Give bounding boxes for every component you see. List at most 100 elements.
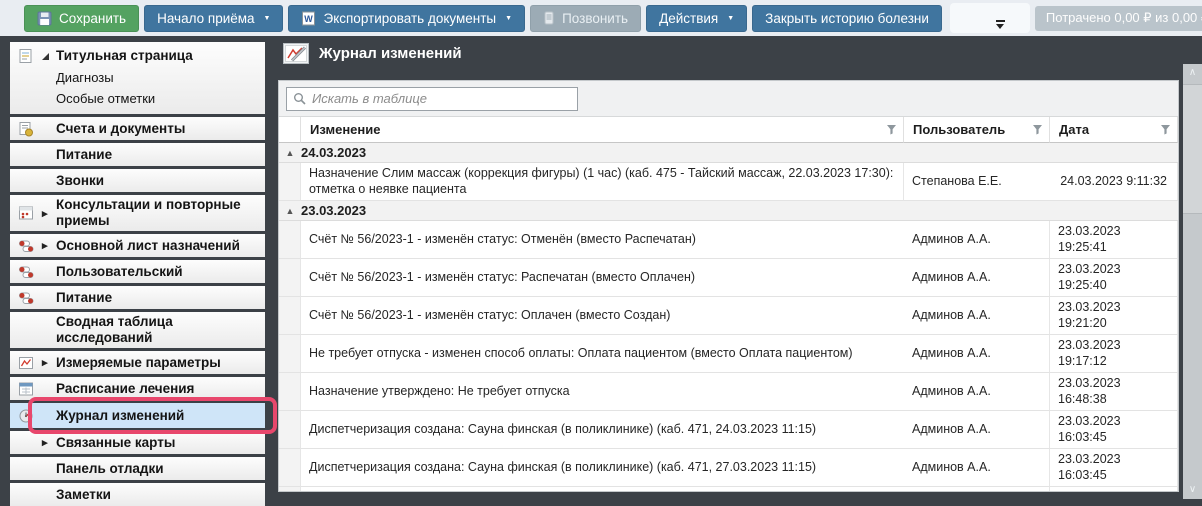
start-appointment-label: Начало приёма (157, 11, 254, 26)
group-row[interactable]: ▲23.03.2023 (279, 201, 1178, 221)
date-cell[interactable]: 23.03.2023 19:25:41 (1050, 221, 1178, 259)
sidebar-item-invoices-documents[interactable]: Счета и документы (10, 117, 265, 140)
user-cell[interactable]: Админов А.А. (904, 449, 1050, 487)
change-cell[interactable]: Счёт № 56/2023-1 - изменён статус: Распе… (301, 259, 904, 297)
date-cell[interactable]: 23.03.2023 19:21:20 (1050, 297, 1178, 335)
chart-icon (18, 355, 42, 371)
change-cell[interactable]: Назначение утверждено: Не требует отпуск… (301, 373, 904, 411)
pills-icon (18, 290, 42, 306)
filter-icon[interactable] (1032, 124, 1043, 135)
sidebar-item-consultations-repeat-visits[interactable]: ▸Консультации и повторные приемы (10, 195, 265, 231)
column-header-change[interactable]: Изменение (301, 117, 904, 143)
date-cell[interactable]: 23.03.2023 19:17:12 (1050, 335, 1178, 373)
pills-icon (18, 264, 42, 280)
sidebar-item-main-prescription-list[interactable]: ▸Основной лист назначений (10, 234, 265, 257)
save-button[interactable]: Сохранить (24, 5, 139, 32)
scroll-down-icon[interactable]: ∨ (1183, 481, 1202, 499)
vertical-scrollbar[interactable]: ∧ ∨ (1183, 64, 1202, 499)
app: { "toolbar": { "save": "Сохранить", "sta… (0, 0, 1202, 499)
collapse-triangle-icon[interactable]: ▲ (279, 148, 301, 158)
change-cell[interactable]: Не требует отпуска - изменен способ опла… (301, 335, 904, 373)
chevron-down-icon: ▼ (505, 15, 512, 22)
close-history-label: Закрыть историю болезни (765, 11, 929, 26)
export-documents-button[interactable]: W Экспортировать документы ▼ (288, 5, 525, 32)
sidebar-item-treatment-schedule[interactable]: Расписание лечения (10, 377, 265, 400)
collapse-triangle-icon[interactable]: ▲ (279, 206, 301, 216)
sidebar-item-notes[interactable]: Заметки (10, 483, 265, 506)
user-cell[interactable]: Степанова Е.Е. (904, 163, 1050, 201)
column-header-date[interactable]: Дата (1050, 117, 1178, 143)
scroll-up-icon[interactable]: ∧ (1183, 64, 1202, 82)
collapsed-triangle-icon[interactable]: ▸ (42, 436, 56, 449)
search-input[interactable] (312, 91, 571, 106)
sidebar-item-custom-list[interactable]: Пользовательский (10, 260, 265, 283)
document-icon (18, 48, 42, 64)
change-cell[interactable]: Счёт № 56/2023-1 - изменён статус: Оплач… (301, 297, 904, 335)
filter-icon[interactable] (886, 124, 897, 135)
sidebar-item-calls[interactable]: Звонки (10, 169, 265, 192)
call-button: Позвонить (530, 5, 641, 32)
collapsed-triangle-icon[interactable]: ▸ (42, 207, 56, 220)
sidebar-item-studies-summary-table[interactable]: Сводная таблица исследований (10, 312, 265, 348)
group-date: 23.03.2023 (301, 203, 366, 218)
sidebar-item-title-page[interactable]: Титульная страница (18, 45, 261, 67)
sidebar-item-diagnoses[interactable]: Диагнозы (18, 67, 261, 88)
actions-label: Действия (659, 11, 718, 26)
user-cell[interactable]: Админов А.А. (904, 221, 1050, 259)
toolbar: Сохранить Начало приёма ▼ W Экспортирова… (0, 0, 1202, 36)
user-cell[interactable]: Админов А.А. (904, 411, 1050, 449)
change-log-panel: Изменение Пользователь Дата ▲24.03.2023Н… (278, 80, 1179, 492)
date-cell[interactable]: 23.03.2023 16:03:45 (1050, 411, 1178, 449)
page-title-bar: Журнал изменений (283, 43, 462, 64)
scrollbar-thumb[interactable] (1183, 84, 1202, 214)
date-cell[interactable]: 23.03.2023 16:03:45 (1050, 487, 1178, 492)
group-date: 24.03.2023 (301, 145, 366, 160)
date-cell[interactable]: 23.03.2023 16:03:45 (1050, 449, 1178, 487)
change-cell[interactable]: Диспетчеризация создана: Сауна финская (… (301, 449, 904, 487)
sidebar-item-nutrition[interactable]: Питание (10, 143, 265, 166)
collapsed-triangle-icon[interactable]: ▸ (42, 356, 56, 369)
user-cell[interactable]: Админов А.А. (904, 373, 1050, 411)
pills-icon (18, 238, 42, 254)
date-cell[interactable]: 23.03.2023 16:48:38 (1050, 373, 1178, 411)
row-gutter (279, 163, 301, 201)
sidebar-group-title-page: Титульная страницаДиагнозыОсобые отметки (10, 42, 265, 114)
row-gutter (279, 411, 301, 449)
save-icon (37, 11, 52, 26)
close-history-button[interactable]: Закрыть историю болезни (752, 5, 942, 32)
column-header-user[interactable]: Пользователь (904, 117, 1050, 143)
sidebar-item-linked-cards[interactable]: ▸Связанные карты (10, 431, 265, 454)
calendar-red-icon (18, 205, 42, 221)
user-cell[interactable]: Админов А.А. (904, 335, 1050, 373)
collapsed-triangle-icon[interactable]: ▸ (42, 239, 56, 252)
spent-amount-badge: Потрачено 0,00 ₽ из 0,00 ₽ (1035, 6, 1202, 31)
export-documents-label: Экспортировать документы (323, 11, 496, 26)
sidebar-item-debug-panel[interactable]: Панель отладки (10, 457, 265, 480)
date-cell[interactable]: 23.03.2023 19:25:40 (1050, 259, 1178, 297)
toolbar-overflow-icon[interactable] (996, 20, 1005, 29)
sidebar-item-special-marks[interactable]: Особые отметки (18, 88, 261, 109)
clock-icon (18, 408, 42, 424)
chevron-down-icon: ▼ (727, 15, 734, 22)
user-cell[interactable]: Админов А.А. (904, 487, 1050, 492)
actions-button[interactable]: Действия ▼ (646, 5, 747, 32)
change-cell[interactable]: Диспетчеризация создана: Сауна финская (… (301, 411, 904, 449)
sidebar-item-change-log[interactable]: Журнал изменений (10, 403, 265, 428)
expanded-triangle-icon[interactable] (42, 53, 56, 60)
user-cell[interactable]: Админов А.А. (904, 297, 1050, 335)
row-gutter (279, 449, 301, 487)
change-log-title-icon (283, 43, 309, 64)
start-appointment-button[interactable]: Начало приёма ▼ (144, 5, 283, 32)
sidebar-item-measured-parameters[interactable]: ▸Измеряемые параметры (10, 351, 265, 374)
filter-icon[interactable] (1160, 124, 1171, 135)
change-cell[interactable]: Счёт № 56/2023-1 - изменён статус: Отмен… (301, 221, 904, 259)
user-cell[interactable]: Админов А.А. (904, 259, 1050, 297)
word-document-icon: W (301, 11, 316, 26)
change-cell[interactable]: Диспетчеризация создана: Сауна финская (… (301, 487, 904, 492)
sidebar-item-nutrition-list[interactable]: Питание (10, 286, 265, 309)
group-row[interactable]: ▲24.03.2023 (279, 143, 1178, 163)
change-cell[interactable]: Назначение Слим массаж (коррекция фигуры… (301, 163, 904, 201)
date-cell[interactable]: 24.03.2023 9:11:32 (1050, 163, 1178, 201)
call-label: Позвонить (562, 11, 628, 26)
row-gutter (279, 487, 301, 492)
